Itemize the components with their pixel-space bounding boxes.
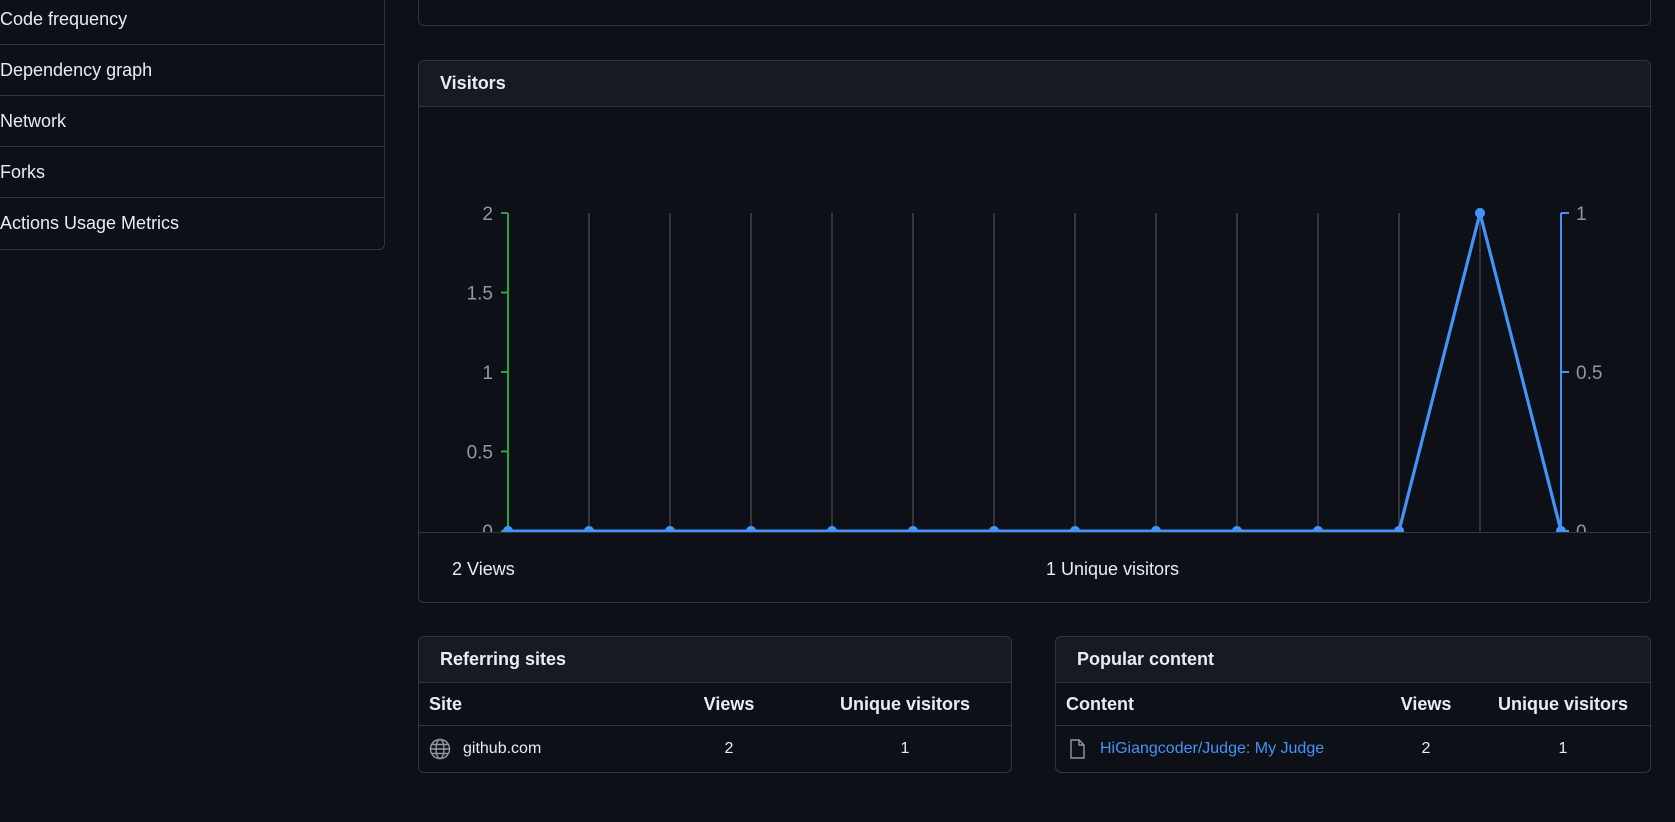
table-row: github.com 2 1 (419, 726, 1011, 772)
referring-sites-title: Referring sites (419, 637, 1011, 683)
series-line (508, 211, 1563, 532)
referring-sites-table: Site Views Unique visitors github.com 2 … (419, 683, 1011, 771)
left-axis-tick-label: 1.5 (467, 284, 493, 305)
sidebar-item-label: Dependency graph (0, 59, 153, 80)
left-axis-tick-label: 1 (482, 363, 493, 384)
sidebar-item-label: Network (0, 110, 67, 131)
sidebar-item-label: Forks (0, 161, 45, 182)
referring-sites-panel: Referring sites Site Views Unique visito… (418, 636, 1012, 773)
visitors-chart: 00.511.5200.5110/1410/1510/1610/1710/181… (467, 204, 1602, 532)
previous-panel (418, 0, 1651, 26)
right-axis-tick-label: 1 (1576, 204, 1587, 225)
column-header-unique: Unique visitors (1476, 683, 1650, 726)
sidebar-item-network[interactable]: Network (0, 96, 384, 147)
globe-icon (429, 738, 451, 760)
popular-content-table: Content Views Unique visitors HiGiangcod… (1056, 683, 1650, 771)
left-axis-tick-label: 0 (482, 522, 493, 532)
popular-content-title: Popular content (1056, 637, 1650, 683)
left-axis-tick-label: 2 (482, 204, 493, 225)
sidebar-item-actions-usage-metrics[interactable]: Actions Usage Metrics (0, 198, 384, 249)
insights-sidebar: Code frequency Dependency graph Network … (0, 0, 385, 250)
visitors-panel: Visitors 00.511.5200.5110/1410/1510/1610… (418, 60, 1651, 603)
column-header-unique: Unique visitors (799, 683, 1011, 726)
views-summary: 2 Views (452, 559, 515, 579)
right-axis-tick-label: 0.5 (1576, 363, 1602, 384)
sidebar-item-code-frequency[interactable]: Code frequency (0, 0, 384, 45)
sidebar-item-forks[interactable]: Forks (0, 147, 384, 198)
table-row: HiGiangcoder/Judge: My Judge 2 1 (1056, 726, 1650, 772)
column-header-views: Views (659, 683, 799, 726)
sidebar-item-label: Code frequency (0, 8, 128, 29)
content-link[interactable]: HiGiangcoder/Judge: My Judge (1100, 740, 1324, 758)
visitors-summary: 2 Views 1 Unique visitors (419, 532, 1650, 602)
file-icon (1066, 738, 1088, 760)
data-point (1475, 208, 1485, 218)
left-axis-tick-label: 0.5 (467, 443, 493, 464)
column-header-views: Views (1376, 683, 1476, 726)
visitors-title: Visitors (419, 61, 1650, 107)
content-views: 2 (1421, 739, 1431, 757)
content-unique-visitors: 1 (1558, 739, 1568, 757)
sidebar-item-label: Actions Usage Metrics (0, 213, 180, 233)
site-unique-visitors: 1 (900, 739, 910, 757)
site-name: github.com (463, 739, 542, 757)
column-header-content: Content (1056, 683, 1376, 726)
popular-content-panel: Popular content Content Views Unique vis… (1055, 636, 1651, 773)
unique-visitors-summary: 1 Unique visitors (1046, 559, 1180, 579)
sidebar-item-dependency-graph[interactable]: Dependency graph (0, 45, 384, 96)
site-views: 2 (724, 739, 734, 757)
right-axis-tick-label: 0 (1576, 522, 1587, 532)
column-header-site: Site (419, 683, 659, 726)
series-line (508, 211, 1563, 532)
